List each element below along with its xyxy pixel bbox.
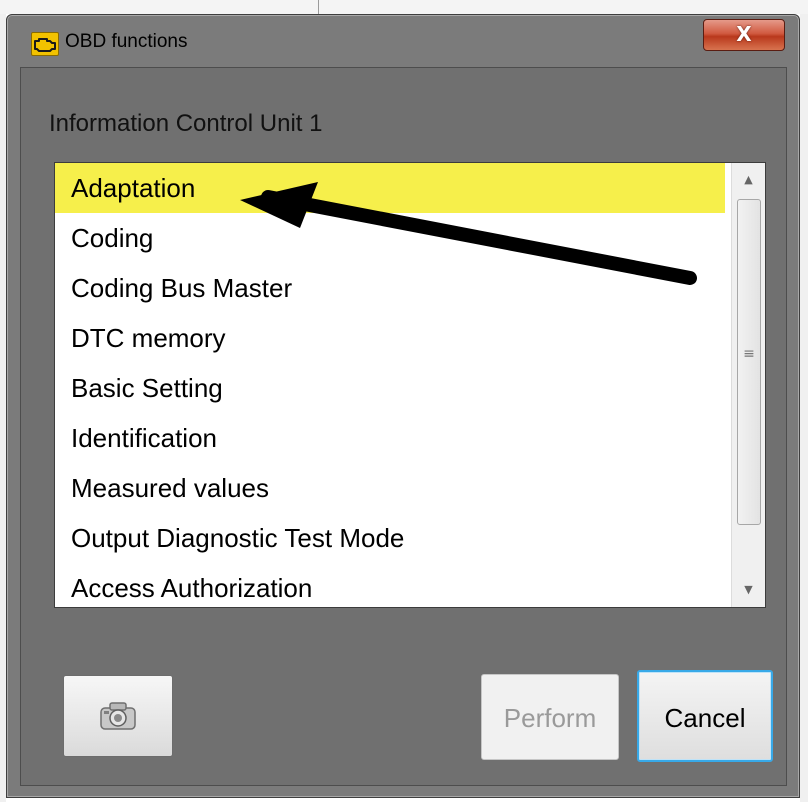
grip-icon: ≡ <box>743 346 755 362</box>
camera-icon <box>100 702 136 730</box>
list-item-measured-values[interactable]: Measured values <box>55 463 725 513</box>
scroll-up-arrow-icon[interactable]: ▲ <box>732 173 765 186</box>
screenshot-button[interactable] <box>63 675 173 757</box>
list-scrollbar[interactable]: ▲ ≡ ▼ <box>731 163 765 607</box>
background-divider <box>318 0 319 14</box>
list-item-adaptation[interactable]: Adaptation <box>55 163 725 213</box>
list-item-output-diagnostic-test-mode[interactable]: Output Diagnostic Test Mode <box>55 513 725 563</box>
background-window-strip <box>0 0 808 14</box>
background-right-edge <box>800 14 808 802</box>
dialog-client-area: Information Control Unit 1 Adaptation Co… <box>20 67 787 786</box>
function-list[interactable]: Adaptation Coding Coding Bus Master DTC … <box>54 162 766 608</box>
title-bar[interactable]: OBD functions X <box>7 15 799 67</box>
list-item-coding-bus-master[interactable]: Coding Bus Master <box>55 263 725 313</box>
scroll-thumb[interactable]: ≡ <box>737 199 761 525</box>
control-unit-label: Information Control Unit 1 <box>49 110 323 137</box>
scroll-down-arrow-icon[interactable]: ▼ <box>732 583 765 596</box>
list-item-basic-setting[interactable]: Basic Setting <box>55 363 725 413</box>
cancel-button[interactable]: Cancel <box>637 670 773 762</box>
perform-button[interactable]: Perform <box>481 674 619 760</box>
list-item-identification[interactable]: Identification <box>55 413 725 463</box>
list-item-dtc-memory[interactable]: DTC memory <box>55 313 725 363</box>
close-icon: X <box>736 22 752 46</box>
window-title: OBD functions <box>65 31 188 52</box>
list-item-access-authorization[interactable]: Access Authorization <box>55 563 725 607</box>
close-button[interactable]: X <box>703 19 785 51</box>
list-item-coding[interactable]: Coding <box>55 213 725 263</box>
obd-functions-dialog: OBD functions X Information Control Unit… <box>6 14 800 798</box>
engine-warning-icon <box>31 32 59 56</box>
